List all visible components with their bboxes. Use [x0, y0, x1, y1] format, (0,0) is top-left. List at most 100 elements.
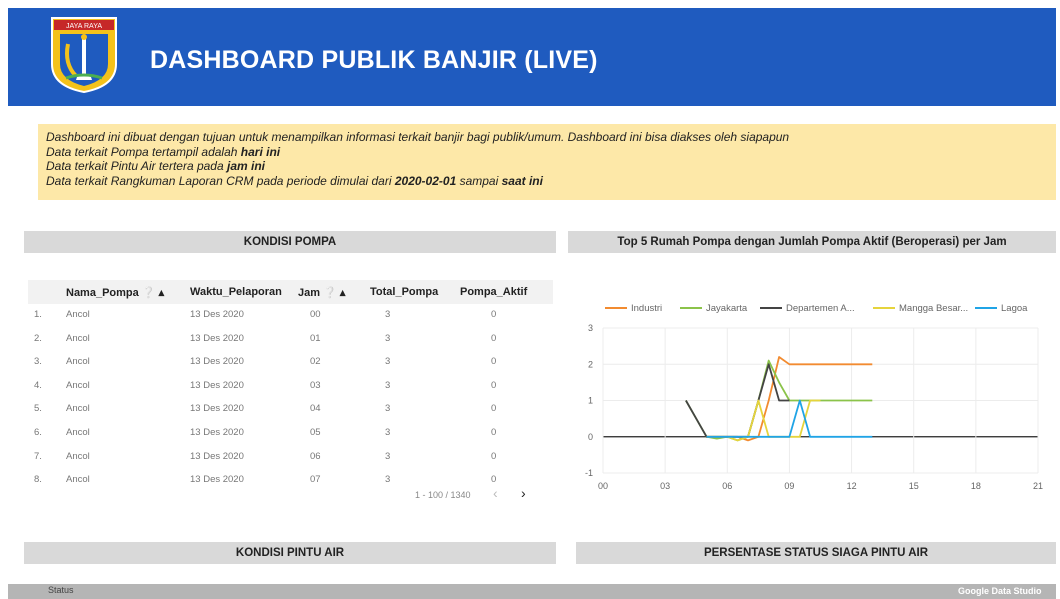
- legend-item[interactable]: Departemen A...: [760, 303, 855, 314]
- line-chart: -1012300 03 06 09 12 15 18 21: [585, 323, 1043, 491]
- table-cell-nama: Ancol: [66, 450, 90, 462]
- y-tick-label: 3: [588, 323, 593, 333]
- table-cell-total: 3: [385, 403, 391, 415]
- table-cell-jam: 03: [310, 379, 321, 391]
- table-cell-nama: Ancol: [66, 309, 90, 320]
- table-cell-no: 2.: [34, 332, 42, 344]
- table-cell-total: 3: [385, 309, 391, 320]
- table-row: 2. Ancol 13 Des 2020 01 3 0: [28, 329, 553, 353]
- table-row: 7. Ancol 13 Des 2020 06 3 0: [28, 447, 553, 471]
- section-kondisi-pintu-air: KONDISI PINTU AIR: [24, 542, 556, 564]
- x-tick-label: 09: [784, 481, 794, 491]
- pager-next-icon[interactable]: ›: [521, 485, 526, 501]
- help-icon[interactable]: ❔: [142, 287, 156, 299]
- table-cell-nama: Ancol: [66, 474, 90, 486]
- table-cell-jam: 05: [310, 427, 321, 438]
- sort-icon[interactable]: ▴: [340, 287, 346, 299]
- table-cell-nama: Ancol: [66, 332, 90, 344]
- table-cell-nama: Ancol: [66, 379, 90, 391]
- pager-prev-icon[interactable]: ‹: [493, 485, 498, 501]
- x-tick-label: 18: [971, 481, 981, 491]
- series-line: [706, 399, 821, 442]
- y-tick-label: 1: [588, 396, 593, 406]
- legend-label: Industri: [631, 303, 663, 314]
- x-tick-label: 03: [660, 481, 670, 491]
- table-row: 6. Ancol 13 Des 2020 05 3 0: [28, 423, 553, 447]
- legend-label: Jayakarta: [706, 303, 748, 314]
- x-tick-label: 21: [1033, 481, 1043, 491]
- table-cell-jam: 00: [310, 309, 321, 320]
- table-cell-nama: Ancol: [66, 403, 90, 415]
- google-data-studio-brand[interactable]: Google Data Studio: [958, 586, 1042, 596]
- legend-item[interactable]: Mangga Besar...: [873, 303, 968, 314]
- table-cell-waktu: 13 Des 2020: [190, 474, 244, 486]
- info-line-2: Data terkait Pompa tertampil adalah hari…: [46, 144, 281, 159]
- table-row: 5. Ancol 13 Des 2020 04 3 0: [28, 399, 553, 423]
- info-box: Dashboard ini dibuat dengan tujuan untuk…: [38, 124, 1056, 200]
- col-waktu-pelaporan[interactable]: Waktu_Pelaporan: [190, 286, 282, 298]
- help-icon[interactable]: ❔: [323, 287, 337, 299]
- table-cell-nama: Ancol: [66, 427, 90, 438]
- y-tick-label: 0: [588, 432, 593, 442]
- x-tick-label: 15: [909, 481, 919, 491]
- y-tick-label: 2: [588, 359, 593, 369]
- col-total-pompa[interactable]: Total_Pompa: [370, 286, 438, 298]
- section-kondisi-pompa: KONDISI POMPA: [24, 231, 556, 253]
- table-cell-total: 3: [385, 356, 391, 368]
- table-row: 4. Ancol 13 Des 2020 03 3 0: [28, 376, 553, 400]
- table-cell-aktif: 0: [491, 450, 497, 462]
- legend-swatch: [605, 307, 627, 310]
- x-tick-label: 12: [847, 481, 857, 491]
- table-cell-jam: 07: [310, 474, 321, 486]
- section-top5-chart: Top 5 Rumah Pompa dengan Jumlah Pompa Ak…: [568, 231, 1056, 253]
- table-cell-waktu: 13 Des 2020: [190, 427, 244, 438]
- col-jam[interactable]: Jam ❔ ▴: [298, 286, 345, 299]
- table-cell-total: 3: [385, 474, 391, 486]
- table-cell-waktu: 13 Des 2020: [190, 379, 244, 391]
- table-cell-total: 3: [385, 427, 391, 438]
- legend-label: Lagoa: [1001, 303, 1028, 314]
- section-persentase-siaga: PERSENTASE STATUS SIAGA PINTU AIR: [576, 542, 1056, 564]
- logo-text: JAYA RAYA: [66, 23, 102, 30]
- table-row: 8. Ancol 13 Des 2020 07 3 0: [28, 470, 553, 494]
- table-cell-nama: Ancol: [66, 356, 90, 368]
- dki-jakarta-logo: JAYA RAYA: [48, 14, 120, 94]
- table-cell-no: 3.: [34, 356, 42, 368]
- page-title: DASHBOARD PUBLIK BANJIR (LIVE): [150, 46, 598, 74]
- table-cell-total: 3: [385, 332, 391, 344]
- legend-item[interactable]: Jayakarta: [680, 303, 747, 314]
- col-pompa-aktif[interactable]: Pompa_Aktif: [460, 286, 527, 298]
- table-cell-aktif: 0: [491, 474, 497, 486]
- table-cell-jam: 02: [310, 356, 321, 368]
- table-cell-total: 3: [385, 450, 391, 462]
- table-cell-aktif: 0: [491, 356, 497, 368]
- table-cell-aktif: 0: [491, 309, 497, 320]
- info-line-3: Data terkait Pintu Air tertera pada jam …: [46, 159, 265, 173]
- table-row: 1. Ancol 13 Des 2020 00 3 0: [28, 305, 553, 329]
- legend-swatch: [975, 307, 997, 310]
- legend-swatch: [680, 307, 702, 310]
- x-tick-label: 00: [598, 481, 608, 491]
- table-cell-waktu: 13 Des 2020: [190, 309, 244, 320]
- table-cell-no: 5.: [34, 403, 42, 415]
- table-cell-aktif: 0: [491, 427, 497, 438]
- y-tick-label: -1: [585, 468, 593, 478]
- legend-swatch: [760, 307, 782, 310]
- table-cell-total: 3: [385, 379, 391, 391]
- table-cell-no: 6.: [34, 427, 42, 438]
- legend-item[interactable]: Lagoa: [975, 303, 1027, 314]
- info-line-4: Data terkait Rangkuman Laporan CRM pada …: [46, 173, 543, 188]
- legend-item[interactable]: Industri: [605, 303, 662, 314]
- table-cell-waktu: 13 Des 2020: [190, 450, 244, 462]
- legend-label: Mangga Besar...: [899, 303, 969, 314]
- table-cell-aktif: 0: [491, 379, 497, 391]
- sort-icon[interactable]: ▴: [159, 287, 165, 299]
- table-cell-waktu: 13 Des 2020: [190, 356, 244, 368]
- table-cell-waktu: 13 Des 2020: [190, 403, 244, 415]
- footer-bar: [8, 584, 1056, 599]
- table-cell-no: 4.: [34, 379, 42, 391]
- col-nama-pompa[interactable]: Nama_Pompa ❔ ▴: [66, 286, 164, 299]
- table-cell-aktif: 0: [491, 403, 497, 415]
- table-pager-text: 1 - 100 / 1340: [415, 490, 471, 500]
- table-row: 3. Ancol 13 Des 2020 02 3 0: [28, 352, 553, 376]
